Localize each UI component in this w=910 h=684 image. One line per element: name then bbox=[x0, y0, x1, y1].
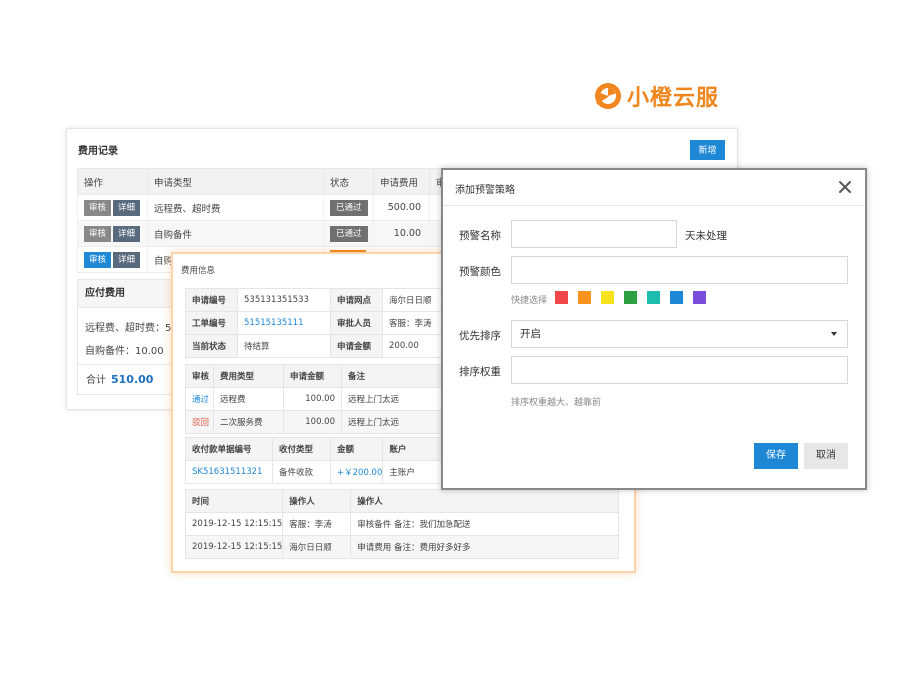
row-type: 自购备件 bbox=[147, 220, 324, 247]
priority-sort-label: 优先排序 bbox=[459, 330, 501, 342]
orange-logo-icon bbox=[595, 83, 621, 109]
col-header-pay-amount: 金额 bbox=[329, 437, 384, 461]
dialog-header: 添加预警策略 bbox=[443, 170, 865, 206]
label-apply-site: 申请网点 bbox=[330, 288, 383, 312]
priority-sort-select[interactable]: 开启 bbox=[511, 320, 848, 348]
pay-amount: +￥200.00 bbox=[329, 460, 384, 484]
fee-type: 远程费 bbox=[213, 387, 284, 411]
approve-link[interactable]: 通过 bbox=[185, 387, 214, 411]
fee-amount: 100.00 bbox=[283, 410, 342, 434]
log-time: 2019-12-15 12:15:15 bbox=[184, 535, 284, 559]
label-status: 当前状态 bbox=[185, 334, 238, 358]
col-header-status: 状态 bbox=[323, 168, 374, 195]
col-header-operation: 操作人 bbox=[350, 489, 619, 513]
close-icon[interactable] bbox=[837, 179, 853, 195]
col-header-amount: 申请费用 bbox=[373, 168, 430, 195]
dialog-title: 添加预警策略 bbox=[455, 185, 515, 196]
pay-type: 备件收款 bbox=[272, 460, 331, 484]
cancel-button[interactable]: 取消 bbox=[804, 443, 848, 469]
value-apply-no: 535131351533 bbox=[237, 288, 331, 312]
col-header-pay-no: 收付款单据编号 bbox=[185, 437, 273, 461]
log-operator: 海尔日日顺 bbox=[282, 535, 352, 559]
label-apply-no: 申请编号 bbox=[185, 288, 238, 312]
col-header-time: 时间 bbox=[184, 489, 284, 513]
color-swatch[interactable] bbox=[647, 291, 660, 304]
color-swatch[interactable] bbox=[578, 291, 591, 304]
alert-name-note: 天未处理 bbox=[685, 230, 727, 242]
label-order-no: 工单编号 bbox=[185, 311, 238, 335]
color-swatch[interactable] bbox=[555, 291, 568, 304]
info-title: 费用信息 bbox=[181, 266, 216, 276]
records-title: 费用记录 bbox=[78, 146, 118, 157]
add-alert-strategy-dialog: 添加预警策略 预警名称 天未处理 预警颜色 快捷选择 优先排序 开启 排序权重 … bbox=[441, 168, 867, 490]
brand-logo: 小橙云服 bbox=[594, 80, 719, 112]
pay-no-link[interactable]: SK51631511321 bbox=[185, 460, 273, 484]
detail-button[interactable]: 详细 bbox=[113, 199, 140, 216]
log-action: 审核备件 备注：我们加急配送 bbox=[350, 512, 619, 536]
color-swatch[interactable] bbox=[624, 291, 637, 304]
audit-button[interactable]: 审核 bbox=[84, 199, 111, 216]
row-amount: 10.00 bbox=[373, 220, 430, 247]
table-row: 2019-12-15 12:15:15 海尔日日顺 申请费用 备注：费用好多好多 bbox=[184, 535, 619, 559]
col-header-type: 申请类型 bbox=[147, 168, 324, 195]
log-time: 2019-12-15 12:15:15 bbox=[184, 512, 284, 536]
audit-button[interactable]: 审核 bbox=[84, 251, 111, 268]
reject-link[interactable]: 驳回 bbox=[185, 410, 214, 434]
operation-log-table: 时间 操作人 操作人 2019-12-15 12:15:15 客服：李涛 审核备… bbox=[184, 489, 619, 559]
brand-name: 小橙云服 bbox=[627, 86, 720, 111]
sort-weight-hint: 排序权重越大、越靠前 bbox=[511, 398, 602, 408]
label-apply-amount: 申请金额 bbox=[330, 334, 383, 358]
fee-amount: 100.00 bbox=[283, 387, 342, 411]
col-header-fee-type: 费用类型 bbox=[213, 364, 284, 388]
add-record-button[interactable]: 新增 bbox=[690, 140, 725, 160]
dropdown-arrow-icon bbox=[831, 332, 837, 336]
color-swatch[interactable] bbox=[693, 291, 706, 304]
log-operator: 客服：李涛 bbox=[282, 512, 352, 536]
priority-sort-value: 开启 bbox=[520, 328, 541, 340]
col-header-action: 操作 bbox=[77, 168, 148, 195]
alert-name-label: 预警名称 bbox=[459, 230, 501, 242]
audit-button[interactable]: 审核 bbox=[84, 225, 111, 242]
fee-type: 二次服务费 bbox=[213, 410, 284, 434]
quick-select-label: 快捷选择 bbox=[511, 296, 548, 306]
col-header-fee-amount: 申请金额 bbox=[283, 364, 342, 388]
col-header-pay-type: 收付类型 bbox=[272, 437, 331, 461]
order-no-link[interactable]: 51515135111 bbox=[237, 311, 331, 335]
total-value: 510.00 bbox=[111, 373, 154, 386]
sort-weight-label: 排序权重 bbox=[459, 366, 501, 378]
total-label: 合计 bbox=[86, 375, 106, 386]
save-button[interactable]: 保存 bbox=[754, 443, 798, 469]
color-swatch[interactable] bbox=[601, 291, 614, 304]
color-swatch[interactable] bbox=[670, 291, 683, 304]
detail-button[interactable]: 详细 bbox=[113, 251, 140, 268]
status-badge: 已通过 bbox=[330, 199, 368, 216]
row-amount: 500.00 bbox=[373, 194, 430, 221]
alert-color-input[interactable] bbox=[511, 256, 848, 284]
col-header-operator: 操作人 bbox=[282, 489, 352, 513]
table-row: 2019-12-15 12:15:15 客服：李涛 审核备件 备注：我们加急配送 bbox=[184, 512, 619, 536]
detail-button[interactable]: 详细 bbox=[113, 225, 140, 242]
alert-name-input[interactable] bbox=[511, 220, 677, 248]
row-type: 远程费、超时费 bbox=[147, 194, 324, 221]
status-badge: 已通过 bbox=[330, 225, 368, 242]
value-status: 待结算 bbox=[237, 334, 331, 358]
sort-weight-input[interactable] bbox=[511, 356, 848, 384]
col-header-audit: 审核 bbox=[185, 364, 214, 388]
log-action: 申请费用 备注：费用好多好多 bbox=[350, 535, 619, 559]
alert-color-label: 预警颜色 bbox=[459, 266, 501, 278]
label-approver: 审批人员 bbox=[330, 311, 383, 335]
